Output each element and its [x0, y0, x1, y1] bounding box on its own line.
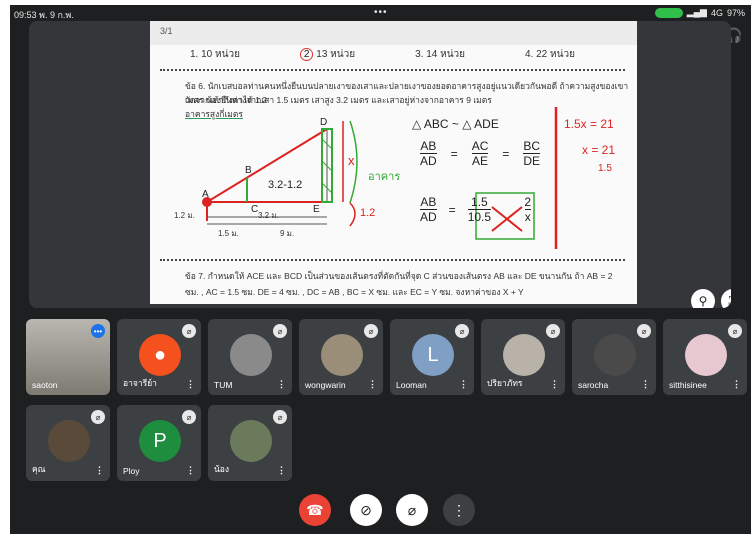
- status-right: ▂▄▆ 4G 97%: [654, 7, 745, 18]
- participant-tile[interactable]: ••• saoton: [26, 319, 110, 395]
- speaking-icon: •••: [91, 324, 105, 338]
- divider-2: [160, 259, 625, 261]
- multitask-dots[interactable]: •••: [374, 7, 388, 18]
- mic-off-icon: ⌀: [273, 324, 287, 338]
- avatar: [230, 420, 272, 462]
- participant-name: sitthisinee: [669, 380, 707, 390]
- mic-off-icon: ⌀: [407, 501, 417, 518]
- participant-name: saoton: [32, 380, 58, 390]
- participant-name: wongwarin: [305, 380, 346, 390]
- building-label: อาคาร: [368, 171, 401, 183]
- red-step-3: 1.5: [598, 163, 612, 174]
- label-d: D: [320, 117, 328, 128]
- signal-icon: ▂▄▆: [686, 7, 707, 17]
- mic-off-icon: ⌀: [728, 324, 742, 338]
- participant-tile[interactable]: ⌀ wongwarin ⋮: [299, 319, 383, 395]
- geometry-diagram: [202, 107, 558, 249]
- camera-off-icon: ⊘: [360, 501, 372, 518]
- label-a: A: [202, 189, 209, 200]
- more-vert-icon[interactable]: ⋮: [186, 465, 195, 476]
- similar-triangles: △ ABC ~ △ ADE: [412, 117, 499, 131]
- more-vert-icon[interactable]: ⋮: [550, 379, 559, 390]
- more-vert-icon[interactable]: ⋮: [368, 379, 377, 390]
- mic-off-icon: ⌀: [182, 324, 196, 338]
- more-vert-icon: ⋮: [452, 501, 466, 518]
- fullscreen-button[interactable]: ⛶: [721, 289, 731, 308]
- avatar: [230, 334, 272, 376]
- mic-off-icon: ⌀: [182, 410, 196, 424]
- battery-percent: 97%: [726, 7, 745, 18]
- network-label: 4G: [710, 7, 723, 18]
- avatar: ●: [139, 334, 181, 376]
- mic-off-icon: ⌀: [546, 324, 560, 338]
- participant-tile[interactable]: ⌀ คุณ ⋮: [26, 405, 110, 481]
- mic-off-icon: ⌀: [273, 410, 287, 424]
- participant-tile[interactable]: ⌀ น้อง ⋮: [208, 405, 292, 481]
- question7-line1: ข้อ 7. กำหนดให้ ACE และ BCD เป็นส่วนของเ…: [185, 271, 613, 281]
- avatar: L: [412, 334, 454, 376]
- pin-button[interactable]: ⚲: [691, 289, 715, 308]
- question7-line2: ซม. , AC = 1.5 ซม. DE = 4 ซม. , DC = AB …: [185, 287, 524, 297]
- plus-12: 1.2: [360, 207, 376, 219]
- participant-tile[interactable]: L ⌀ Looman ⋮: [390, 319, 474, 395]
- label-b: B: [245, 165, 252, 176]
- participant-name: Looman: [396, 380, 427, 390]
- camera-toggle-button[interactable]: ⊘: [350, 494, 382, 526]
- measure-base2: 9 ม.: [280, 229, 295, 238]
- more-vert-icon[interactable]: ⋮: [459, 379, 468, 390]
- measure-pole: 3.2 ม.: [258, 211, 279, 220]
- avatar: [503, 334, 545, 376]
- more-options-button[interactable]: ⋮: [443, 494, 475, 526]
- participant-tile[interactable]: ● ⌀ อาจารีย์า ⋮: [117, 319, 201, 395]
- x-mark: x: [348, 153, 355, 168]
- participant-name: น้อง: [214, 464, 230, 474]
- avatar: P: [139, 420, 181, 462]
- participant-name: อาจารีย์า: [123, 378, 157, 388]
- meet-screen: 09:53 พ. 9 ก.พ. ••• ▂▄▆ 4G 97% ⌄ ajx-vcc…: [10, 5, 751, 534]
- phone-hangup-icon: ☎: [306, 501, 324, 518]
- battery-pill-icon: [654, 7, 683, 18]
- red-step-2: x = 21: [582, 143, 616, 157]
- more-vert-icon[interactable]: ⋮: [277, 379, 286, 390]
- participant-tile[interactable]: ⌀ sarocha ⋮: [572, 319, 656, 395]
- participant-name: คุณ: [32, 464, 46, 474]
- participant-tile[interactable]: ⌀ TUM ⋮: [208, 319, 292, 395]
- participant-tile[interactable]: ⌀ ปริยาภัทร ⋮: [481, 319, 565, 395]
- mic-off-icon: ⌀: [637, 324, 651, 338]
- avatar: [48, 420, 90, 462]
- more-vert-icon[interactable]: ⋮: [186, 379, 195, 390]
- participant-name: ปริยาภัทร: [487, 378, 523, 388]
- fullscreen-icon: ⛶: [729, 294, 731, 309]
- avatar: [594, 334, 636, 376]
- avatar: [321, 334, 363, 376]
- more-vert-icon[interactable]: ⋮: [95, 465, 104, 476]
- red-step-1: 1.5x = 21: [564, 117, 614, 131]
- mic-off-icon: ⌀: [364, 324, 378, 338]
- status-time: 09:53 พ. 9 ก.พ.: [14, 10, 74, 20]
- mic-toggle-button[interactable]: ⌀: [396, 494, 428, 526]
- mic-off-icon: ⌀: [455, 324, 469, 338]
- avatar: [685, 334, 727, 376]
- status-bar: 09:53 พ. 9 ก.พ. ••• ▂▄▆ 4G 97%: [10, 5, 751, 21]
- shared-document: 3/1 1. 10 หน่วย 2 13 หน่วย 3. 14 หน่วย 4…: [150, 21, 637, 304]
- participant-tile[interactable]: ⌀ sitthisinee ⋮: [663, 319, 747, 395]
- mic-off-icon: ⌀: [91, 410, 105, 424]
- measure-h: 1.2 ม.: [174, 211, 195, 220]
- measure-base1: 1.5 ม.: [218, 229, 239, 238]
- end-call-button[interactable]: ☎: [299, 494, 331, 526]
- participant-tile[interactable]: P ⌀ Ploy ⋮: [117, 405, 201, 481]
- participant-name: Ploy: [123, 466, 140, 476]
- participant-name: sarocha: [578, 380, 609, 390]
- ratio-row-2: AB AD = 1.5 10.5 2x: [420, 195, 532, 224]
- pin-icon: ⚲: [698, 294, 708, 308]
- presentation-stage: 3/1 1. 10 หน่วย 2 13 หน่วย 3. 14 หน่วย 4…: [29, 21, 731, 308]
- more-vert-icon[interactable]: ⋮: [277, 465, 286, 476]
- more-vert-icon[interactable]: ⋮: [641, 379, 650, 390]
- more-vert-icon[interactable]: ⋮: [732, 379, 741, 390]
- note-diff: 3.2-1.2: [268, 179, 303, 191]
- participant-name: TUM: [214, 380, 233, 390]
- label-e: E: [313, 204, 320, 215]
- ratio-row-1: AB AD = AC AE = BC DE: [420, 139, 541, 168]
